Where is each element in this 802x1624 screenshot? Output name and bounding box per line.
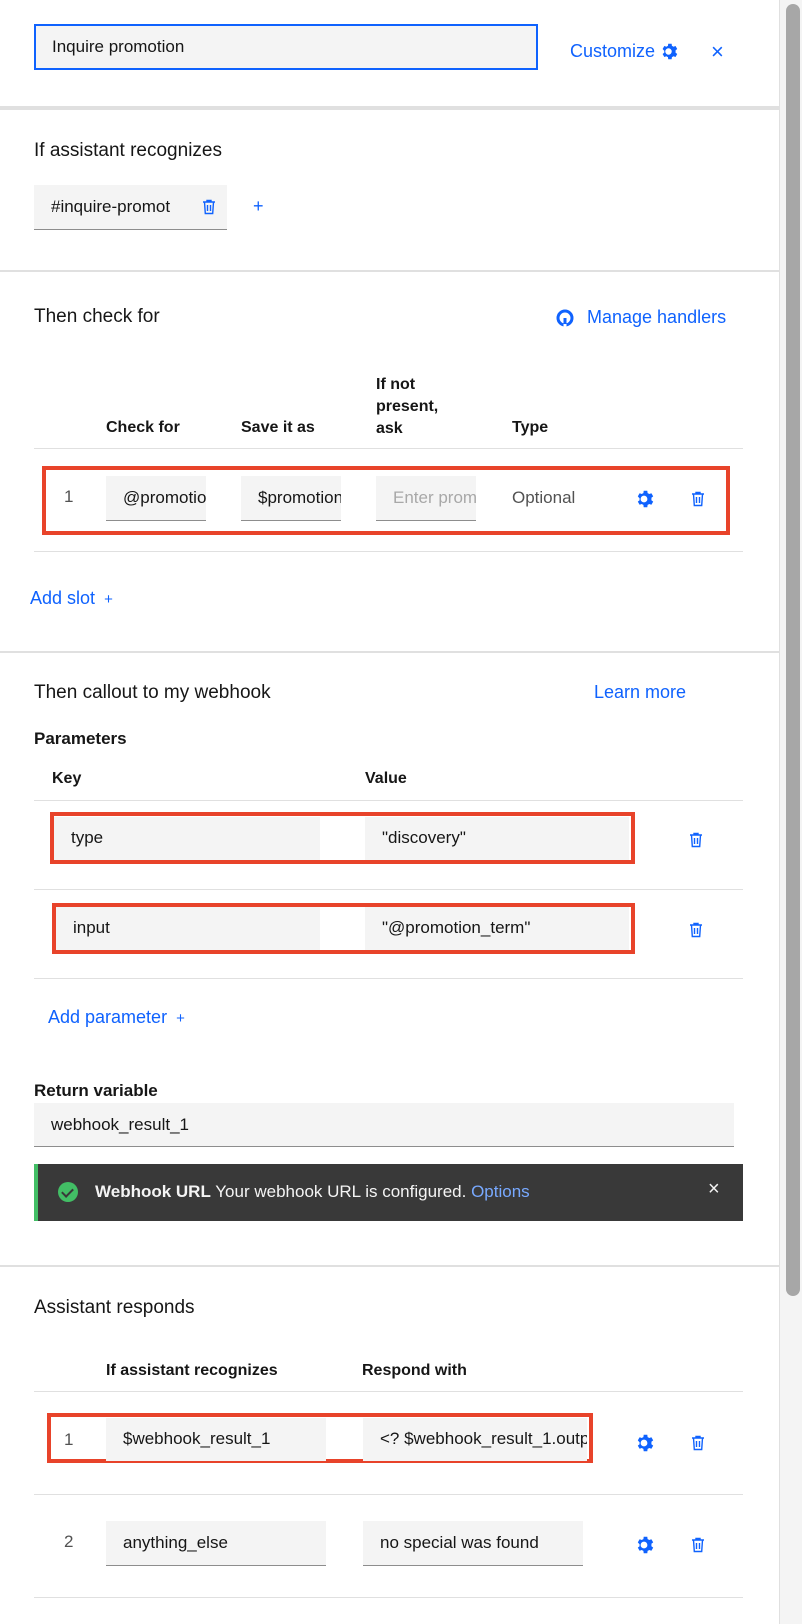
response-condition-field[interactable]: anything_else [106, 1521, 326, 1566]
delete-slot-trash-icon[interactable] [691, 491, 705, 507]
notification-text: Webhook URL Your webhook URL is configur… [95, 1182, 530, 1202]
add-slot-label: Add slot [30, 588, 96, 608]
table-rule [34, 1391, 743, 1392]
prompt-field[interactable]: Enter prompt [376, 476, 476, 521]
recognizes-title: If assistant recognizes [34, 140, 222, 161]
row-number: 2 [64, 1532, 74, 1551]
check-for-title: Then check for [34, 306, 160, 327]
node-editor-panel: Inquire promotion Customize × If assista… [0, 0, 779, 1624]
divider [0, 1265, 779, 1267]
node-name-input[interactable]: Inquire promotion [34, 24, 538, 70]
parameters-label: Parameters [34, 729, 127, 748]
delete-parameter-trash-icon[interactable] [689, 832, 703, 848]
close-icon[interactable]: × [711, 39, 724, 65]
manage-handlers-icon[interactable] [556, 309, 574, 327]
column-header-save-as: Save it as [241, 419, 315, 436]
divider [0, 106, 779, 110]
column-header-if-not-present: If not present, ask [376, 376, 439, 437]
response-settings-gear-icon[interactable] [634, 1433, 654, 1453]
response-settings-gear-icon[interactable] [634, 1535, 654, 1555]
webhook-notification: Webhook URL Your webhook URL is configur… [34, 1164, 743, 1221]
parameter-key-field[interactable]: type [54, 817, 320, 860]
column-header-check-for: Check for [106, 419, 180, 436]
notification-message: Your webhook URL is configured. [215, 1182, 467, 1201]
add-icon: + [104, 591, 113, 608]
column-header-type: Type [512, 419, 549, 436]
parameter-key-field[interactable]: input [56, 907, 320, 950]
slot-settings-gear-icon[interactable] [634, 489, 654, 509]
condition-field[interactable]: #inquire-promot [34, 185, 227, 230]
responds-title: Assistant responds [34, 1297, 195, 1318]
return-variable-label: Return variable [34, 1081, 158, 1100]
divider [0, 270, 779, 272]
table-rule [34, 448, 743, 449]
delete-parameter-trash-icon[interactable] [689, 922, 703, 938]
response-condition-field[interactable]: $webhook_result_1 [106, 1418, 326, 1461]
add-condition-button[interactable]: + [253, 196, 264, 217]
table-rule [34, 800, 743, 801]
row-number: 1 [64, 1430, 74, 1449]
check-for-field[interactable]: @promotion_term [106, 476, 206, 521]
add-parameter-label: Add parameter [48, 1007, 168, 1027]
delete-response-trash-icon[interactable] [691, 1435, 705, 1451]
condition-value: #inquire-promot [51, 197, 171, 216]
response-text-field[interactable]: <? $webhook_result_1.output ?> [363, 1418, 587, 1461]
column-header-respond-with: Respond with [362, 1362, 467, 1379]
add-icon: + [176, 1010, 185, 1027]
manage-handlers-link[interactable]: Manage handlers [587, 307, 726, 328]
customize-button[interactable]: Customize [570, 41, 655, 62]
table-rule [34, 889, 743, 890]
column-header-value: Value [365, 770, 407, 787]
column-header-key: Key [52, 770, 82, 787]
parameter-value-field[interactable]: "@promotion_term" [365, 907, 629, 950]
delete-response-trash-icon[interactable] [691, 1537, 705, 1553]
row-number: 1 [64, 487, 74, 506]
close-icon[interactable]: × [708, 1178, 720, 1201]
divider [0, 651, 779, 653]
response-text-field[interactable]: no special was found [363, 1521, 583, 1566]
gear-icon[interactable] [659, 42, 678, 61]
table-rule [34, 1597, 743, 1598]
trash-icon[interactable] [202, 199, 216, 215]
add-slot-button[interactable]: Add slot + [30, 588, 113, 609]
parameter-value-field[interactable]: "discovery" [365, 817, 629, 860]
table-rule [34, 551, 743, 552]
webhook-title: Then callout to my webhook [34, 682, 271, 703]
learn-more-link[interactable]: Learn more [594, 682, 686, 703]
table-rule [34, 978, 743, 979]
notification-title: Webhook URL [95, 1182, 211, 1201]
table-rule [34, 1494, 743, 1495]
column-header-condition: If assistant recognizes [106, 1362, 278, 1379]
slot-type-selector[interactable]: Optional [512, 488, 575, 508]
customize-label: Customize [570, 41, 656, 61]
options-link[interactable]: Options [471, 1182, 530, 1201]
checkmark-icon [58, 1182, 78, 1202]
add-parameter-button[interactable]: Add parameter + [48, 1007, 185, 1028]
return-variable-field[interactable]: webhook_result_1 [34, 1103, 734, 1147]
save-as-field[interactable]: $promotion_term [241, 476, 341, 521]
scrollbar-thumb[interactable] [786, 4, 800, 1296]
